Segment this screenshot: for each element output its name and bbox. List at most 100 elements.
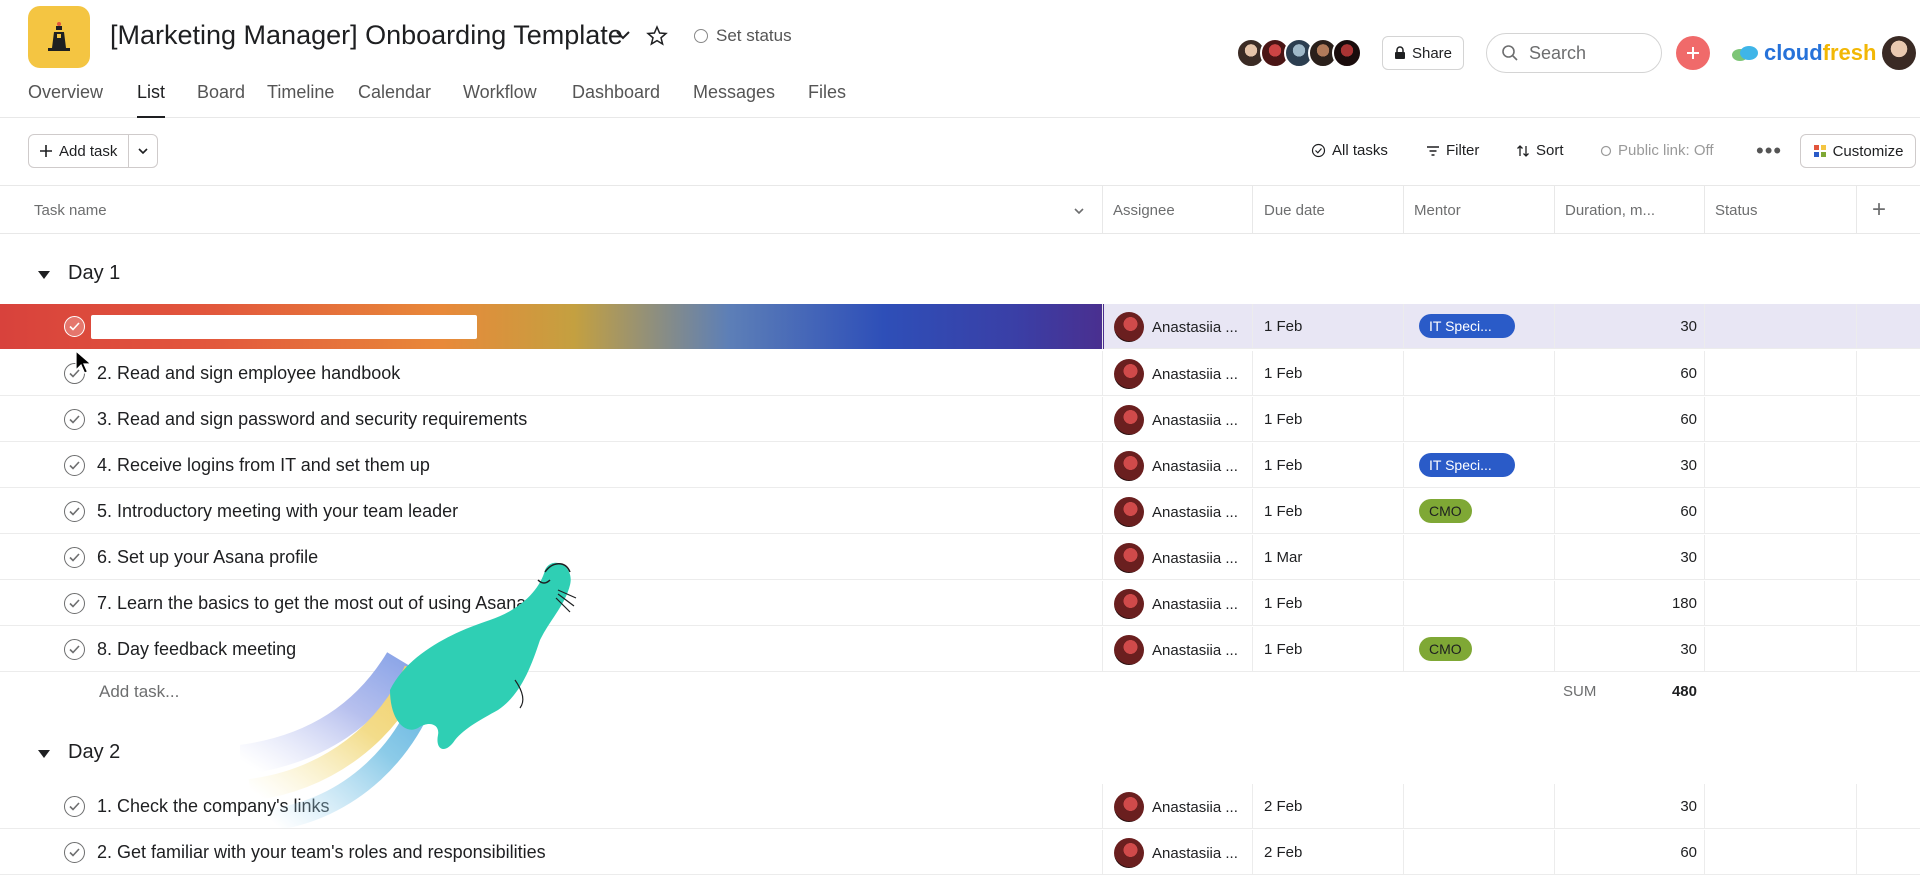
more-options-icon[interactable]: ••• [1756, 138, 1782, 164]
caret-down-icon[interactable] [38, 750, 50, 758]
due-date-cell[interactable]: 1 Feb [1264, 411, 1302, 428]
task-name[interactable]: 5. Introductory meeting with your team l… [97, 501, 458, 522]
due-date-cell[interactable]: 1 Feb [1264, 595, 1302, 612]
assignee-cell[interactable]: Anastasiia ... [1114, 405, 1238, 435]
assignee-cell[interactable]: Anastasiia ... [1114, 838, 1238, 868]
due-date-cell[interactable]: 1 Mar [1264, 549, 1302, 566]
table-row[interactable]: 5. Introductory meeting with your team l… [0, 489, 1920, 534]
complete-task-checkbox[interactable] [64, 639, 85, 660]
table-row[interactable]: 4. Receive logins from IT and set them u… [0, 443, 1920, 488]
assignee-cell[interactable]: Anastasiia ... [1114, 589, 1238, 619]
duration-cell[interactable]: 60 [1680, 411, 1697, 428]
complete-task-checkbox[interactable] [64, 593, 85, 614]
tab-overview[interactable]: Overview [28, 82, 103, 118]
search-input[interactable]: Search [1486, 33, 1662, 73]
assignee-cell[interactable]: Anastasiia ... [1114, 543, 1238, 573]
task-name-input[interactable] [91, 315, 477, 339]
assignee-cell[interactable]: Anastasiia ... [1114, 497, 1238, 527]
section-header[interactable]: Day 1 [0, 252, 1920, 296]
assignee-cell[interactable]: Anastasiia ... [1114, 359, 1238, 389]
column-assignee[interactable]: Assignee [1113, 202, 1175, 219]
complete-task-checkbox[interactable] [64, 455, 85, 476]
cell-divider [1554, 489, 1555, 534]
complete-task-checkbox[interactable] [64, 409, 85, 430]
project-title[interactable]: [Marketing Manager] Onboarding Template [110, 20, 623, 51]
tab-timeline[interactable]: Timeline [267, 82, 334, 118]
duration-cell[interactable]: 60 [1680, 365, 1697, 382]
due-date-cell[interactable]: 2 Feb [1264, 798, 1302, 815]
assignee-cell[interactable]: Anastasiia ... [1114, 312, 1238, 342]
checkmark-icon [69, 599, 80, 608]
task-name[interactable]: 2. Read and sign employee handbook [97, 363, 400, 384]
due-date-cell[interactable]: 1 Feb [1264, 641, 1302, 658]
add-task-main[interactable]: Add task [29, 135, 129, 167]
tab-calendar[interactable]: Calendar [358, 82, 431, 118]
complete-task-checkbox[interactable] [64, 316, 85, 337]
customize-button[interactable]: Customize [1800, 134, 1916, 168]
set-status-button[interactable]: Set status [694, 26, 792, 46]
assignee-cell[interactable]: Anastasiia ... [1114, 635, 1238, 665]
due-date-cell[interactable]: 1 Feb [1264, 503, 1302, 520]
assignee-cell[interactable]: Anastasiia ... [1114, 451, 1238, 481]
mentor-tag[interactable]: CMO [1419, 499, 1472, 523]
duration-cell[interactable]: 60 [1680, 503, 1697, 520]
complete-task-checkbox[interactable] [64, 501, 85, 522]
due-date-cell[interactable]: 2 Feb [1264, 844, 1302, 861]
section-title[interactable]: Day 2 [68, 741, 120, 764]
tab-board[interactable]: Board [197, 82, 245, 118]
task-name[interactable]: 4. Receive logins from IT and set them u… [97, 455, 430, 476]
public-link-button[interactable]: Public link: Off [1600, 142, 1714, 159]
share-button[interactable]: Share [1382, 36, 1464, 70]
add-task-dropdown[interactable] [129, 145, 157, 157]
all-tasks-button[interactable]: All tasks [1311, 142, 1388, 159]
project-icon[interactable] [28, 6, 90, 68]
duration-cell[interactable]: 30 [1680, 549, 1697, 566]
sort-button[interactable]: Sort [1516, 142, 1564, 159]
complete-task-checkbox[interactable] [64, 796, 85, 817]
mentor-tag[interactable]: CMO [1419, 637, 1472, 661]
table-row[interactable]: Anastasiia ... 1 Feb IT Speci... 30 [0, 304, 1920, 349]
duration-cell[interactable]: 30 [1680, 641, 1697, 658]
column-divider [1704, 186, 1705, 234]
chevron-down-icon[interactable] [1072, 204, 1086, 218]
column-task-name[interactable]: Task name [34, 202, 107, 219]
table-row[interactable]: 3. Read and sign password and security r… [0, 397, 1920, 442]
column-mentor[interactable]: Mentor [1414, 202, 1461, 219]
duration-cell[interactable]: 30 [1680, 457, 1697, 474]
assignee-cell[interactable]: Anastasiia ... [1114, 792, 1238, 822]
duration-cell[interactable]: 30 [1680, 318, 1697, 335]
add-task-inline[interactable]: Add task... [99, 682, 179, 702]
table-row[interactable]: 2. Read and sign employee handbook Anasta… [0, 351, 1920, 396]
duration-cell[interactable]: 30 [1680, 798, 1697, 815]
project-members[interactable] [1236, 38, 1362, 68]
column-status[interactable]: Status [1715, 202, 1758, 219]
due-date-cell[interactable]: 1 Feb [1264, 318, 1302, 335]
create-button[interactable] [1676, 36, 1710, 70]
duration-cell[interactable]: 60 [1680, 844, 1697, 861]
mentor-tag[interactable]: IT Speci... [1419, 314, 1515, 338]
tab-workflow[interactable]: Workflow [463, 82, 537, 118]
tab-files[interactable]: Files [808, 82, 846, 118]
member-avatar[interactable] [1332, 38, 1362, 68]
column-duration[interactable]: Duration, m... [1565, 202, 1655, 219]
chevron-down-icon[interactable] [612, 24, 634, 46]
complete-task-checkbox[interactable] [64, 547, 85, 568]
tab-dashboard[interactable]: Dashboard [572, 82, 660, 118]
caret-down-icon[interactable] [38, 271, 50, 279]
task-name[interactable]: 3. Read and sign password and security r… [97, 409, 527, 430]
section-title[interactable]: Day 1 [68, 262, 120, 285]
add-column-icon[interactable]: + [1872, 196, 1886, 224]
column-due-date[interactable]: Due date [1264, 202, 1325, 219]
add-task-button[interactable]: Add task [28, 134, 158, 168]
complete-task-checkbox[interactable] [64, 842, 85, 863]
filter-button[interactable]: Filter [1426, 142, 1479, 159]
mentor-tag[interactable]: IT Speci... [1419, 453, 1515, 477]
star-icon[interactable] [645, 24, 669, 48]
due-date-cell[interactable]: 1 Feb [1264, 457, 1302, 474]
tab-messages[interactable]: Messages [693, 82, 775, 118]
due-date-cell[interactable]: 1 Feb [1264, 365, 1302, 382]
tab-list[interactable]: List [137, 82, 166, 118]
duration-cell[interactable]: 180 [1672, 595, 1697, 612]
cell-divider [1403, 784, 1404, 829]
user-avatar[interactable] [1882, 36, 1916, 70]
